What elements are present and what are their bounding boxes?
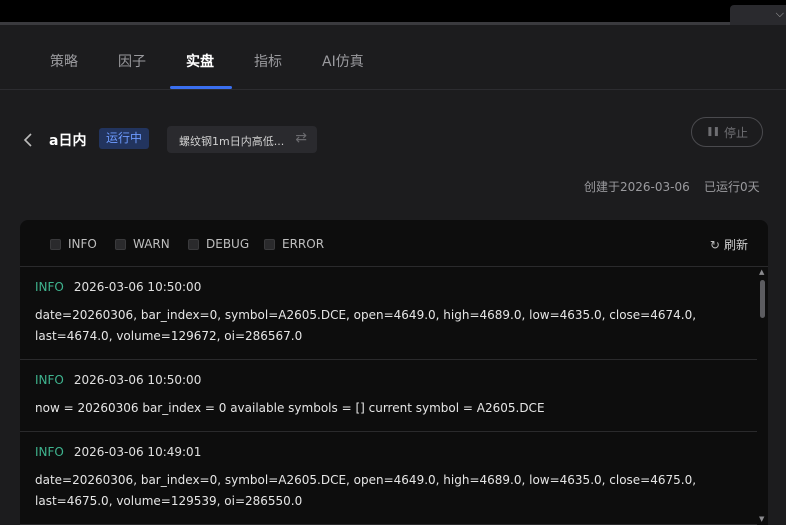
log-scrollbar[interactable]: ▲ ▼ <box>757 268 768 525</box>
scroll-up-icon[interactable]: ▲ <box>759 268 764 276</box>
log-time: 2026-03-06 10:49:01 <box>73 445 202 459</box>
window-menu-button[interactable]: ⌵ <box>730 5 786 27</box>
log-level: INFO <box>35 280 64 294</box>
log-level: INFO <box>35 373 64 387</box>
filter-error[interactable]: ERROR <box>264 237 324 251</box>
log-entry: INFO 2026-03-06 10:50:00 date=20260306, … <box>20 267 758 360</box>
refresh-label: 刷新 <box>723 238 748 252</box>
log-filter-bar: INFO WARN DEBUG ERROR ↻ 刷新 <box>20 220 768 267</box>
filter-warn-label: WARN <box>133 237 170 251</box>
tab-factor[interactable]: 因子 <box>118 51 146 71</box>
log-time: 2026-03-06 10:50:00 <box>73 373 202 387</box>
product-label: 螺纹钢1m日内高低... <box>179 135 285 148</box>
log-time: 2026-03-06 10:50:00 <box>73 280 202 294</box>
pause-icon: ❚❚ <box>705 127 720 137</box>
filter-warn-checkbox[interactable] <box>115 238 126 250</box>
strategy-name: a日内 <box>49 133 87 149</box>
filter-error-label: ERROR <box>282 237 325 251</box>
tab-ai-simulation[interactable]: AI仿真 <box>322 51 364 71</box>
log-level: INFO <box>35 445 64 459</box>
swap-icon[interactable]: ⇄ <box>295 130 307 146</box>
chevron-down-icon: ⌵ <box>775 7 784 20</box>
tab-indicator[interactable]: 指标 <box>254 51 282 71</box>
filter-debug[interactable]: DEBUG <box>188 237 249 251</box>
running-days: 已运行0天 <box>704 180 760 194</box>
log-message: now = 20260306 bar_index = 0 available s… <box>35 401 545 415</box>
filter-debug-label: DEBUG <box>206 237 250 251</box>
tab-strategy[interactable]: 策略 <box>50 51 78 71</box>
log-list: INFO 2026-03-06 10:50:00 date=20260306, … <box>20 267 758 525</box>
filter-debug-checkbox[interactable] <box>188 238 199 250</box>
product-selector[interactable]: 螺纹钢1m日内高低... ⇄ <box>167 126 317 153</box>
log-message: date=20260306, bar_index=0, symbol=A2605… <box>35 473 697 508</box>
window-top-bar <box>0 0 786 22</box>
stop-button[interactable]: ❚❚ 停止 <box>691 117 763 147</box>
active-tab-indicator <box>170 86 232 89</box>
refresh-icon: ↻ <box>709 237 720 252</box>
scroll-thumb[interactable] <box>760 280 765 318</box>
status-badge: 运行中 <box>99 128 150 149</box>
filter-info-label: INFO <box>68 237 97 251</box>
log-panel: INFO WARN DEBUG ERROR ↻ 刷新 INFO 2026-03-… <box>20 220 768 525</box>
scroll-down-icon[interactable]: ▼ <box>759 515 764 523</box>
tab-live[interactable]: 实盘 <box>186 51 214 71</box>
filter-info[interactable]: INFO <box>50 237 97 251</box>
created-date: 创建于2026-03-06 <box>584 180 690 194</box>
log-message: date=20260306, bar_index=0, symbol=A2605… <box>35 308 697 343</box>
tab-bar: 策略 因子 实盘 指标 AI仿真 <box>0 25 786 90</box>
back-arrow-icon[interactable] <box>22 132 34 148</box>
stop-label: 停止 <box>724 125 749 140</box>
log-entry: INFO 2026-03-06 10:49:01 date=20260306, … <box>20 432 758 525</box>
log-entry: INFO 2026-03-06 10:50:00 now = 20260306 … <box>20 360 758 432</box>
filter-error-checkbox[interactable] <box>264 238 275 250</box>
filter-info-checkbox[interactable] <box>50 238 61 250</box>
filter-warn[interactable]: WARN <box>115 237 170 251</box>
refresh-button[interactable]: ↻ 刷新 <box>710 236 748 253</box>
